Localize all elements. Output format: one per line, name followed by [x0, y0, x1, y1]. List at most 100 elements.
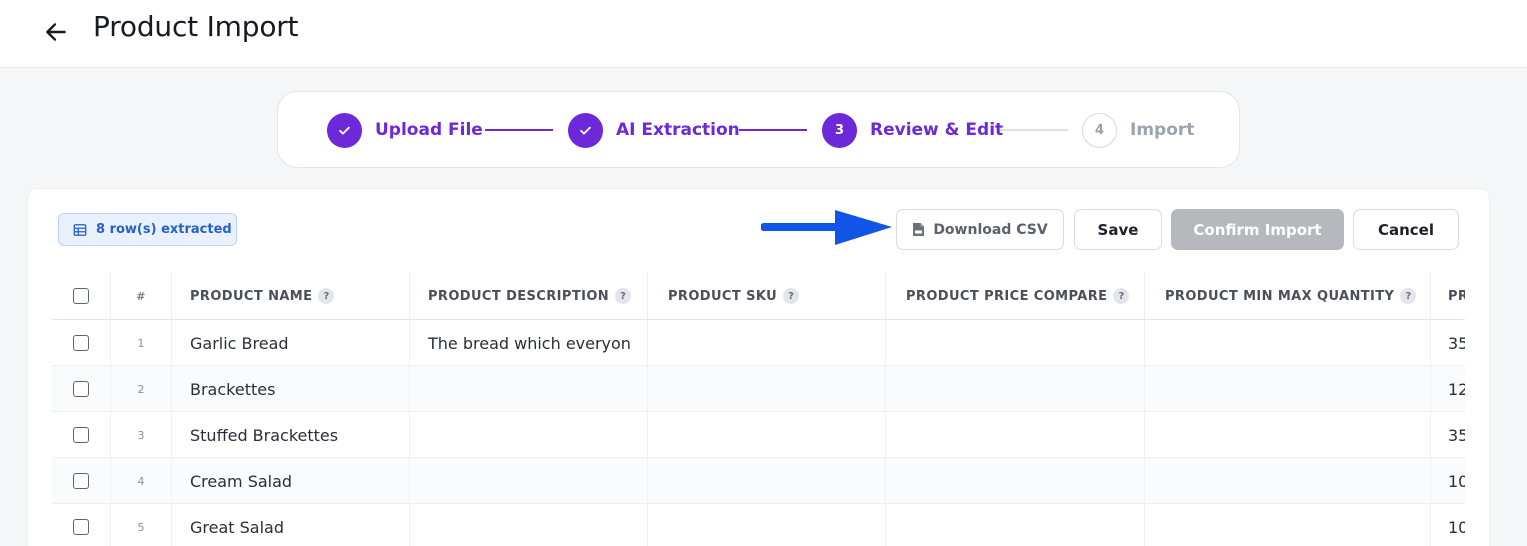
cell-product-name[interactable]: Garlic Bread [172, 320, 410, 366]
row-select-cell [52, 458, 111, 504]
step-review-edit: 3 Review & Edit [822, 112, 1003, 148]
column-header-product-description[interactable]: PRODUCT DESCRIPTION ? [410, 272, 648, 320]
download-csv-button[interactable]: Download CSV [896, 209, 1064, 250]
csv-file-icon [913, 223, 925, 236]
column-header-label: PRODUCT PRICE COMPARE [906, 288, 1108, 304]
cell-product-min-max-quantity[interactable] [1145, 412, 1431, 458]
page-title: Product Import [93, 10, 299, 43]
back-button[interactable] [40, 16, 72, 48]
column-header-product-price-compare[interactable]: PRODUCT PRICE COMPARE ? [886, 272, 1145, 320]
step-number-circle: 4 [1082, 112, 1117, 148]
row-checkbox[interactable] [73, 381, 89, 397]
column-header-label: PRODUCT SKU [668, 288, 778, 304]
column-header-label: PRODUCT DESCRIPTION [428, 288, 610, 304]
products-table: # PRODUCT NAME ? PRODUCT DESCRIPTION ? P… [52, 272, 1465, 546]
step-connector [1000, 129, 1068, 131]
step-ai-extraction: AI Extraction [568, 112, 740, 148]
column-header-product-name[interactable]: PRODUCT NAME ? [172, 272, 410, 320]
table-row: 1 Garlic Bread The bread which everyon 3… [52, 320, 1465, 366]
table-row: 2 Brackettes 12 [52, 366, 1465, 412]
row-checkbox[interactable] [73, 473, 89, 489]
cell-product-price-compare[interactable] [886, 504, 1145, 546]
cell-product-min-max-quantity[interactable] [1145, 366, 1431, 412]
rows-extracted-badge: 8 row(s) extracted [58, 213, 237, 246]
column-header-label: PRODUCT MIN MAX QUANTITY [1165, 288, 1395, 304]
column-header-number: # [111, 272, 172, 320]
table-icon [73, 223, 87, 236]
column-header-product-sku[interactable]: PRODUCT SKU ? [648, 272, 886, 320]
cell-product-price[interactable]: 10 [1431, 458, 1465, 504]
arrow-left-icon [46, 23, 66, 41]
step-label: Import [1130, 120, 1195, 140]
cell-product-name[interactable]: Stuffed Brackettes [172, 412, 410, 458]
table-row: 5 Great Salad 10 [52, 504, 1465, 546]
help-icon[interactable]: ? [1113, 288, 1130, 304]
row-checkbox[interactable] [73, 519, 89, 535]
row-select-cell [52, 504, 111, 546]
cell-product-name[interactable]: Brackettes [172, 366, 410, 412]
download-csv-label: Download CSV [933, 221, 1048, 238]
cell-product-description[interactable] [410, 458, 648, 504]
cell-product-min-max-quantity[interactable] [1145, 504, 1431, 546]
review-card: 8 row(s) extracted Download CSV Save Con… [27, 188, 1490, 546]
row-number: 4 [111, 458, 172, 504]
cell-product-price-compare[interactable] [886, 412, 1145, 458]
help-icon[interactable]: ? [1400, 288, 1417, 304]
save-button[interactable]: Save [1074, 209, 1162, 250]
row-number: 3 [111, 412, 172, 458]
cell-product-description[interactable]: The bread which everyon [410, 320, 648, 366]
cell-product-min-max-quantity[interactable] [1145, 320, 1431, 366]
cell-product-name[interactable]: Cream Salad [172, 458, 410, 504]
help-icon[interactable]: ? [318, 288, 335, 304]
step-upload-file: Upload File [327, 112, 483, 148]
page-header: Product Import [0, 0, 1527, 68]
step-done-circle [327, 112, 362, 148]
row-select-cell [52, 412, 111, 458]
cell-product-sku[interactable] [648, 412, 886, 458]
step-done-circle [568, 112, 603, 148]
cell-product-sku[interactable] [648, 366, 886, 412]
table-row: 3 Stuffed Brackettes 35 [52, 412, 1465, 458]
row-select-cell [52, 366, 111, 412]
cell-product-price[interactable]: 10 [1431, 504, 1465, 546]
select-all-cell [52, 272, 111, 320]
cell-product-sku[interactable] [648, 458, 886, 504]
column-header-product-min-max-quantity[interactable]: PRODUCT MIN MAX QUANTITY ? [1145, 272, 1431, 320]
row-select-cell [52, 320, 111, 366]
row-number: 1 [111, 320, 172, 366]
step-label: AI Extraction [616, 120, 740, 140]
row-checkbox[interactable] [73, 335, 89, 351]
confirm-import-button[interactable]: Confirm Import [1171, 209, 1344, 250]
cell-product-price-compare[interactable] [886, 458, 1145, 504]
check-icon [580, 126, 591, 135]
cell-product-name[interactable]: Great Salad [172, 504, 410, 546]
cell-product-price-compare[interactable] [886, 366, 1145, 412]
cell-product-price[interactable]: 35 [1431, 320, 1465, 366]
row-number: 5 [111, 504, 172, 546]
step-import: 4 Import [1082, 112, 1194, 148]
row-number: 2 [111, 366, 172, 412]
help-icon[interactable]: ? [615, 288, 632, 304]
check-icon [339, 126, 350, 135]
help-icon[interactable]: ? [783, 288, 800, 304]
select-all-checkbox[interactable] [73, 288, 89, 304]
step-connector [485, 129, 553, 131]
cell-product-description[interactable] [410, 412, 648, 458]
table-row: 4 Cream Salad 10 [52, 458, 1465, 504]
cell-product-description[interactable] [410, 366, 648, 412]
table-header-row: # PRODUCT NAME ? PRODUCT DESCRIPTION ? P… [52, 272, 1465, 320]
cancel-button[interactable]: Cancel [1353, 209, 1459, 250]
cell-product-price[interactable]: 12 [1431, 366, 1465, 412]
cell-product-sku[interactable] [648, 320, 886, 366]
column-header-product-price[interactable]: PR [1431, 272, 1465, 320]
row-checkbox[interactable] [73, 427, 89, 443]
cell-product-sku[interactable] [648, 504, 886, 546]
cell-product-price[interactable]: 35 [1431, 412, 1465, 458]
annotation-arrow-icon [761, 210, 892, 245]
column-header-label: PRODUCT NAME [190, 288, 313, 304]
cell-product-description[interactable] [410, 504, 648, 546]
cell-product-min-max-quantity[interactable] [1145, 458, 1431, 504]
step-number-circle: 3 [822, 112, 857, 148]
cell-product-price-compare[interactable] [886, 320, 1145, 366]
step-label: Review & Edit [870, 120, 1004, 140]
